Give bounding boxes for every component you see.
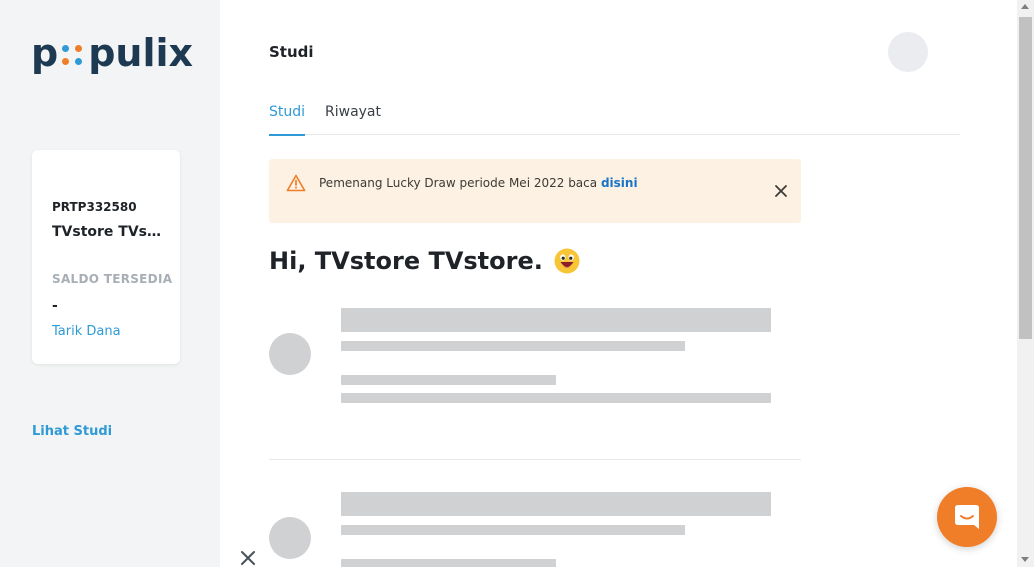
scroll-up-arrow-icon[interactable] [1021,4,1029,9]
skeleton-line [341,341,685,351]
scrollbar-thumb[interactable] [1019,17,1032,339]
skeleton-line [341,492,771,516]
greeting: Hi, TVstore TVstore. [269,247,580,275]
skeleton-line [341,525,685,535]
logo-suffix: pulix [88,31,194,75]
warning-triangle-icon [286,174,306,192]
alert-message: Pemenang Lucky Draw periode Mei 2022 bac… [319,176,638,190]
greeting-text: Hi, TVstore TVstore. [269,247,543,275]
sidebar: p pulix PRTP332580 TVstore TVst... SALDO… [0,0,220,567]
scroll-down-arrow-icon[interactable] [1021,557,1029,562]
alert-text: Pemenang Lucky Draw periode Mei 2022 bac… [319,176,601,190]
app-window: p pulix PRTP332580 TVstore TVst... SALDO… [0,0,1034,567]
alert-close-icon[interactable] [774,184,788,198]
balance-label: SALDO TERSEDIA [52,272,173,286]
skeleton-line [341,559,556,567]
view-studies-link[interactable]: Lihat Studi [32,424,112,439]
account-card: PRTP332580 TVstore TVst... SALDO TERSEDI… [32,150,180,364]
divider [269,459,801,460]
chat-launcher-button[interactable] [937,487,997,547]
skeleton-avatar [269,333,311,375]
skeleton-line [341,375,556,385]
chat-bubble-icon [955,505,979,529]
balance-value: - [52,298,58,314]
withdraw-link[interactable]: Tarik Dana [52,324,121,339]
grinning-face-icon [554,248,580,274]
tab-bar: Studi Riwayat [269,104,960,136]
announcement-alert: Pemenang Lucky Draw periode Mei 2022 bac… [269,159,801,223]
close-icon[interactable] [239,549,257,567]
alert-link[interactable]: disini [601,176,638,190]
tab-riwayat[interactable]: Riwayat [325,104,381,135]
tab-studi[interactable]: Studi [269,104,306,136]
scrollbar[interactable] [1017,0,1034,567]
account-id: PRTP332580 [52,200,137,214]
skeleton-avatar [269,517,311,559]
account-name: TVstore TVst... [52,224,167,240]
logo-dots-icon [62,44,83,66]
skeleton-line [341,393,771,403]
avatar[interactable] [888,32,928,72]
logo-prefix: p [31,31,59,75]
skeleton-line [341,308,771,332]
page-title: Studi [269,43,314,61]
populix-logo[interactable]: p pulix [31,30,193,76]
